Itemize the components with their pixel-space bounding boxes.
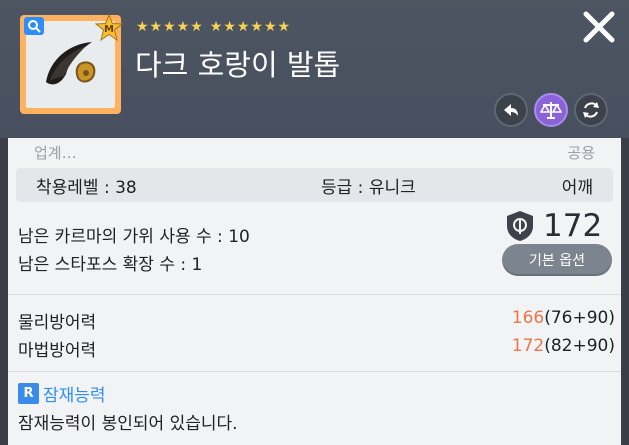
grade-value: 유니크 (368, 177, 416, 198)
potential-title: 잠재능력 (43, 386, 106, 406)
scale-icon (540, 102, 562, 119)
close-button[interactable] (578, 8, 620, 46)
clipped-row: 업계… 공용 (8, 138, 621, 166)
stat-detail: (76+90) (544, 308, 615, 328)
stat-name: 물리방어력 (18, 313, 97, 333)
equip-slot: 어깨 (561, 177, 593, 198)
grade: 등급 : 유니크 (321, 173, 416, 198)
exchange-icon (583, 102, 599, 118)
share-icon (504, 104, 518, 116)
requirement-row: 착용레벨 : 38 등급 : 유니크 어깨 (16, 168, 613, 202)
star-group: ★★★★★★ (209, 19, 292, 35)
compare-button[interactable] (534, 93, 568, 127)
action-icons (494, 93, 608, 127)
starforce-stars: ★★★★★ ★★★★★★ (136, 19, 297, 35)
share-button[interactable] (494, 93, 528, 127)
divider (8, 371, 621, 372)
req-level-value: 38 (115, 177, 137, 198)
item-name: 다크 호랑이 발톱 (135, 48, 341, 82)
stat-row: 마법방어력 172(82+90) (18, 336, 615, 361)
search-icon[interactable] (24, 17, 44, 35)
stat-total: 166 (511, 308, 545, 328)
star-group: ★★★★★ (136, 19, 204, 35)
req-level-label: 착용레벨 : (36, 177, 110, 198)
combat-score: 172 (505, 208, 602, 244)
stat-row: 물리방어력 166(76+90) (18, 308, 615, 333)
clipped-value: 공용 (567, 144, 595, 162)
item-detail-panel: 업계… 공용 착용레벨 : 38 등급 : 유니크 어깨 남은 카르마의 가위 … (8, 138, 621, 445)
score-value: 172 (543, 208, 603, 244)
potential-text: 잠재능력이 봉인되어 있습니다. (18, 414, 238, 434)
grade-label: 등급 : (321, 177, 364, 198)
upgrade-info: 남은 카르마의 가위 사용 수 : 10 남은 스타포스 확장 수 : 1 (18, 223, 250, 279)
close-icon (583, 11, 615, 43)
stat-value: 166(76+90) (512, 308, 615, 328)
exchange-button[interactable] (574, 93, 608, 127)
req-level: 착용레벨 : 38 (36, 173, 137, 198)
master-badge-icon: M (94, 13, 124, 42)
starforce-expansion-count: 남은 스타포스 확장 수 : 1 (18, 255, 203, 275)
rarity-badge: R (18, 383, 39, 404)
karma-scissors-count: 남은 카르마의 가위 사용 수 : 10 (18, 227, 250, 247)
stat-name: 마법방어력 (18, 341, 97, 361)
potential-header: R 잠재능력 (18, 381, 106, 406)
item-header: M ★★★★★ ★★★★★★ 다크 호랑이 발톱 (0, 0, 629, 138)
stat-detail: (82+90) (544, 336, 615, 356)
svg-text:M: M (104, 24, 114, 35)
base-option-button[interactable]: 기본 옵션 (502, 244, 612, 276)
stat-value: 172(82+90) (512, 336, 615, 356)
divider (8, 294, 621, 295)
shield-icon (507, 211, 533, 241)
stat-total: 172 (511, 336, 545, 356)
clipped-label: 업계… (34, 144, 77, 162)
